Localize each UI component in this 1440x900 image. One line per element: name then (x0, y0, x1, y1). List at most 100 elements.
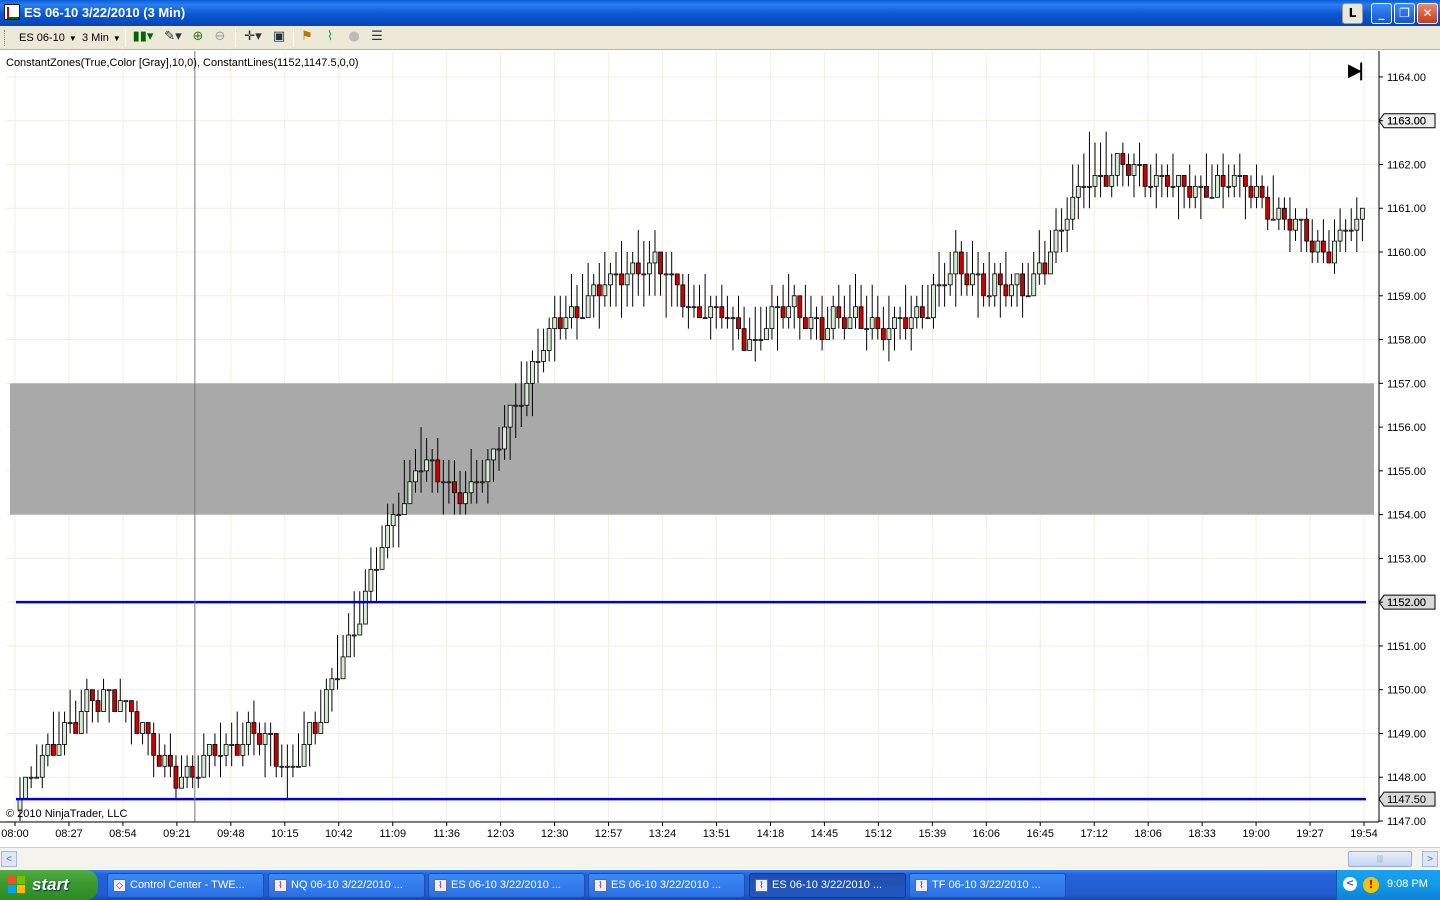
candle-body (635, 262, 641, 275)
candle-up (296, 733, 301, 768)
candle-body (997, 273, 1003, 286)
candle-down (1042, 241, 1048, 285)
toolbar-divider (293, 29, 294, 47)
instrument-selector[interactable]: ES 06-10 ▼ (19, 30, 77, 46)
candle-body (184, 765, 190, 778)
candle-up (1064, 197, 1070, 253)
taskbar-item-chart[interactable]: ⌇ TF 06-10 3/22/2010 ... (909, 873, 1066, 898)
scroll-to-end-icon[interactable]: ▶| (1348, 60, 1365, 81)
candle-body (156, 754, 162, 767)
candle-down (273, 733, 279, 778)
candle-body (1270, 218, 1276, 221)
candle-body (312, 722, 318, 734)
system-tray: < ! 9:08 PM (1336, 870, 1440, 900)
candle-up (942, 262, 948, 307)
candle-body (28, 776, 34, 779)
candle-body (1304, 218, 1310, 242)
candle-body (775, 306, 780, 309)
scroll-left-icon[interactable]: < (1, 851, 17, 867)
taskbar-item-chart[interactable]: ⌇ ES 06-10 3/22/2010 ... (428, 873, 585, 898)
candle-up (563, 295, 569, 340)
candle-down (1204, 153, 1209, 198)
indicator-icon[interactable]: ⌇ (321, 29, 339, 47)
candle-body (23, 776, 28, 800)
start-label: start (32, 875, 69, 894)
candle-body (686, 306, 691, 309)
candle-body (814, 317, 819, 320)
zoom-in-icon[interactable]: ⊕ (189, 29, 207, 47)
candle-up (869, 284, 875, 340)
candle-up (1014, 273, 1020, 307)
candle-down (802, 284, 808, 330)
candle-down (635, 230, 641, 296)
candle-body (630, 262, 636, 275)
candle-up (290, 744, 296, 778)
candle-body (1064, 218, 1070, 231)
candle-body (936, 284, 942, 287)
price-chart[interactable]: 1152.001147.501163.00 1164.001163.001162… (0, 51, 1440, 846)
taskbar-item-chart[interactable]: ⌇ NQ 06-10 3/22/2010 ... (268, 873, 425, 898)
minimize-button[interactable]: _ (1371, 3, 1392, 24)
candle-body (1287, 218, 1293, 231)
candle-body (140, 722, 145, 734)
candle-body (680, 284, 686, 308)
maximize-button[interactable]: ❐ (1394, 3, 1415, 24)
candle-body (357, 623, 363, 636)
window-title-bar[interactable]: ES 06-10 3/22/2010 (3 Min) L _ ❐ ✕ (0, 0, 1440, 26)
start-button[interactable]: start (0, 870, 98, 900)
y-tick-label: 1157.00 (1387, 378, 1426, 390)
interval-label: 3 Min (82, 32, 109, 44)
candle-body (95, 700, 101, 712)
y-tick-label: 1164.00 (1387, 72, 1426, 84)
gray-constant-zone (10, 383, 1374, 515)
candle-body (1209, 196, 1215, 199)
candle-body (975, 273, 981, 276)
interval-selector[interactable]: 3 Min ▼ (82, 30, 121, 46)
candle-down (156, 733, 162, 767)
taskbar-item-control-center[interactable]: ◇ Control Center - TWE... (107, 873, 264, 898)
candle-body (1075, 185, 1081, 198)
strategy-icon[interactable]: ⚑ (298, 29, 316, 47)
crosshair-icon[interactable]: ✛▾ (240, 29, 266, 47)
candle-up (585, 262, 591, 319)
properties-icon[interactable]: ☰ (368, 29, 386, 47)
candle-body (808, 317, 814, 330)
scroll-right-icon[interactable]: > (1422, 851, 1438, 867)
zoom-out-icon[interactable]: ⊖ (211, 29, 229, 47)
candle-up (897, 306, 903, 340)
candle-body (847, 317, 853, 330)
price-chart-panel[interactable]: 1152.00 1147.50 1163.00 1164.00 1163.00 1162… (0, 51, 1440, 846)
candle-body (62, 722, 67, 745)
candle-body (496, 448, 502, 451)
toolbar-grip[interactable] (4, 30, 7, 46)
close-button[interactable]: ✕ (1417, 3, 1438, 24)
candle-body (1014, 273, 1020, 286)
candle-body (1259, 185, 1265, 198)
candle-up (106, 689, 112, 723)
drawing-pencil-icon[interactable]: ✎▾ (160, 29, 186, 47)
taskbar-item-chart[interactable]: ⌇ ES 06-10 3/22/2010 ... (588, 873, 745, 898)
chart-horizontal-scrollbar[interactable]: < ||| > (0, 847, 1440, 869)
show-hidden-icons-button[interactable]: < (1343, 877, 1357, 891)
data-box-icon[interactable]: ▣ (270, 29, 288, 47)
chevron-down-icon: ▼ (112, 34, 121, 43)
clock: 9:08 PM (1387, 878, 1428, 890)
security-alert-icon[interactable]: ! (1363, 877, 1379, 893)
scroll-thumb[interactable]: ||| (1348, 851, 1412, 867)
candle-body (268, 733, 274, 735)
candle-down (1020, 262, 1025, 318)
x-tick-label: 10:42 (325, 828, 353, 840)
taskbar-item-chart-active[interactable]: ⌇ ES 06-10 3/22/2010 ... (749, 873, 906, 898)
gray-circle-icon[interactable]: ● (345, 29, 363, 47)
candle-down (1220, 153, 1226, 209)
candle-body (1320, 240, 1326, 253)
candle-up (140, 722, 145, 745)
link-button[interactable]: L (1342, 3, 1363, 24)
candle-body (257, 733, 262, 745)
bar-style-icon[interactable]: ▮▮▾ (130, 29, 156, 47)
candle-body (513, 404, 519, 407)
candle-body (1170, 185, 1176, 188)
candle-up (1081, 153, 1087, 209)
candle-body (195, 776, 201, 779)
candle-body (112, 689, 118, 712)
